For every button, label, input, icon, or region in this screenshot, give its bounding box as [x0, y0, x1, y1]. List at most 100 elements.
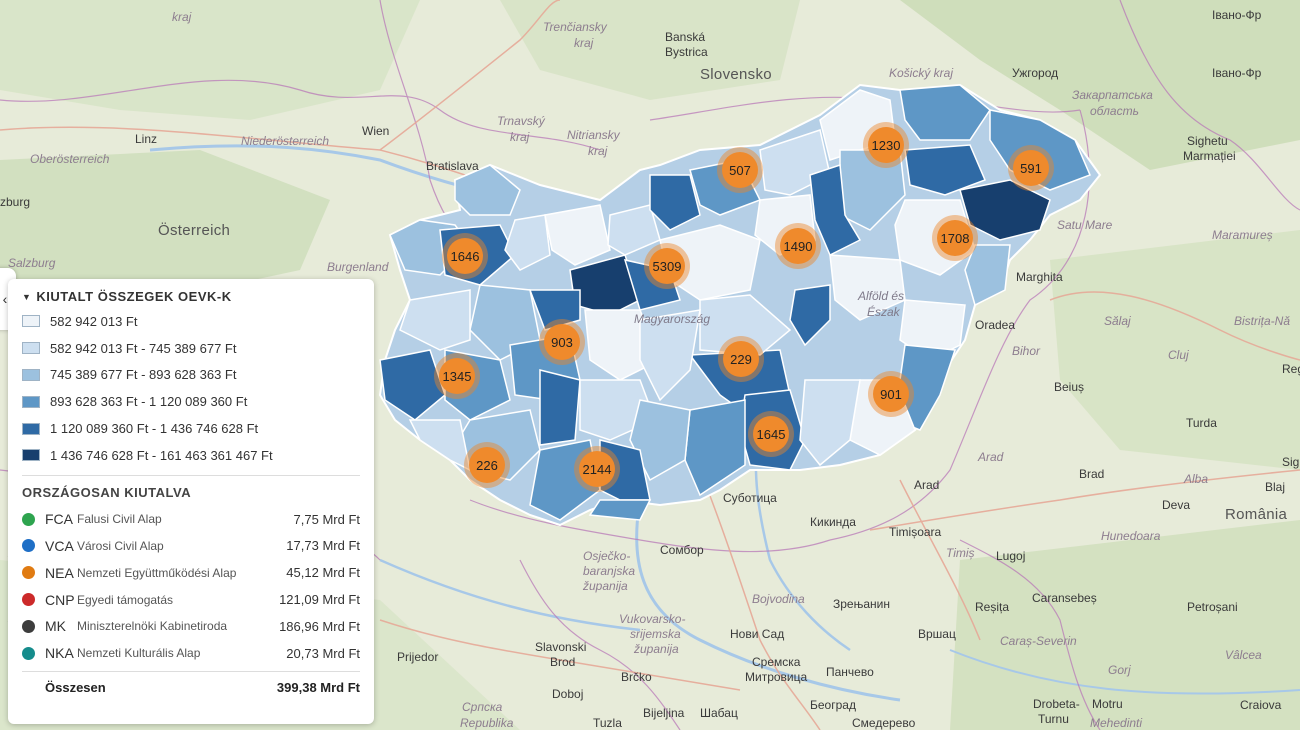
- fund-row[interactable]: CNP Egyedi támogatás 121,09 Mrd Ft: [22, 586, 360, 613]
- marker-cluster[interactable]: 1230: [863, 122, 909, 168]
- place-label: kraj: [510, 130, 530, 144]
- marker-cluster[interactable]: 591: [1008, 145, 1054, 191]
- place-label: Івано-Фр: [1212, 66, 1262, 80]
- cluster-count: 5309: [649, 248, 685, 284]
- place-label: Slovensko: [700, 66, 772, 83]
- place-label: Oberösterreich: [30, 152, 110, 166]
- place-label: Craiova: [1240, 698, 1282, 712]
- place-label: Drobeta-: [1033, 697, 1080, 711]
- place-label: Doboj: [552, 687, 584, 701]
- range-label: 1 120 089 360 Ft - 1 436 746 628 Ft: [50, 421, 259, 437]
- fund-row[interactable]: MK Miniszterelnöki Kabinetiroda 186,96 Mrd…: [22, 613, 360, 640]
- place-label: Reșița: [975, 600, 1010, 614]
- place-label: Суботица: [723, 491, 777, 505]
- place-label: Burgenland: [327, 260, 389, 274]
- marker-cluster[interactable]: 1645: [748, 411, 794, 457]
- fund-dot-icon: [22, 566, 35, 580]
- fund-dot-icon: [22, 619, 35, 633]
- fund-name: Falusi Civil Alap: [77, 512, 162, 527]
- place-label: Osječko-: [583, 549, 631, 563]
- place-label: Maramureș: [1212, 228, 1273, 242]
- place-label: kraj: [588, 144, 608, 158]
- cluster-count: 1646: [447, 238, 483, 274]
- marker-cluster[interactable]: 507: [717, 147, 763, 193]
- ranges-title: KIUTALT ÖSSZEGEK OEVK-K: [36, 289, 232, 304]
- place-label: Turda: [1186, 416, 1217, 430]
- total-row: Összesen 399,38 Mrd Ft: [22, 670, 360, 704]
- marker-cluster[interactable]: 226: [464, 442, 510, 488]
- marker-cluster[interactable]: 1345: [434, 353, 480, 399]
- place-label: Niederösterreich: [241, 134, 330, 148]
- place-label: Vâlcea: [1225, 648, 1262, 662]
- place-label: Wien: [362, 124, 390, 138]
- place-label: Vukovarsko-: [619, 612, 686, 626]
- place-label: Нови Сад: [730, 627, 785, 641]
- place-label: Gorj: [1108, 663, 1131, 677]
- place-label: Bijeljina: [643, 706, 685, 720]
- range-label: 582 942 013 Ft: [50, 313, 138, 329]
- place-label: kraj: [172, 10, 192, 24]
- ranges-toggle[interactable]: ▼ KIUTALT ÖSSZEGEK OEVK-K: [22, 289, 360, 304]
- range-swatch: [22, 395, 40, 408]
- place-label: Hunedoara: [1101, 529, 1161, 543]
- fund-row[interactable]: VCA Városi Civil Alap 17,73 Mrd Ft: [22, 533, 360, 560]
- place-label: Észak: [867, 305, 900, 319]
- place-label: Banská: [665, 30, 706, 44]
- place-label: Шабац: [700, 706, 738, 720]
- fund-code: NEA: [45, 564, 74, 581]
- place-label: Bojvodina: [752, 592, 805, 606]
- fund-code: VCA: [45, 537, 74, 554]
- fund-value: 7,75 Mrd Ft: [293, 511, 360, 527]
- fund-code: NKA: [45, 645, 74, 662]
- range-label: 745 389 677 Ft - 893 628 363 Ft: [50, 367, 237, 383]
- marker-cluster[interactable]: 1708: [932, 215, 978, 261]
- marker-cluster[interactable]: 2144: [574, 446, 620, 492]
- place-label: Панчево: [826, 665, 874, 679]
- fund-row[interactable]: NKA Nemzeti Kulturális Alap 20,73 Mrd Ft: [22, 640, 360, 667]
- place-label: Зрењанин: [833, 597, 890, 611]
- place-label: Bihor: [1012, 344, 1041, 358]
- place-label: Republika: [460, 716, 514, 730]
- range-row: 582 942 013 Ft: [22, 308, 360, 335]
- place-label: kraj: [574, 36, 594, 50]
- place-label: Сомбор: [660, 543, 704, 557]
- place-label: Bistrița-Nă: [1234, 314, 1291, 328]
- marker-cluster[interactable]: 1646: [442, 233, 488, 279]
- fund-name: Nemzeti Kulturális Alap: [77, 646, 201, 661]
- marker-cluster[interactable]: 5309: [644, 243, 690, 289]
- place-label: Закарпатська: [1072, 88, 1153, 102]
- place-label: Österreich: [158, 222, 231, 239]
- total-label: Összesen: [45, 680, 106, 696]
- fund-row[interactable]: NEA Nemzeti Együttműködési Alap 45,12 Mrd …: [22, 559, 360, 586]
- place-label: Кикинда: [810, 515, 856, 529]
- funds-title: ORSZÁGOSAN KIUTALVA: [22, 484, 192, 500]
- place-label: Mehedinti: [1090, 716, 1143, 730]
- fund-value: 186,96 Mrd Ft: [279, 618, 360, 634]
- cluster-count: 1230: [868, 127, 904, 163]
- marker-cluster[interactable]: 1490: [775, 223, 821, 269]
- place-label: Oradea: [975, 318, 1016, 332]
- cluster-count: 1708: [937, 220, 973, 256]
- place-label: Српска: [462, 700, 503, 714]
- place-label: Sighetu: [1187, 134, 1228, 148]
- fund-row[interactable]: FCA Falusi Civil Alap 7,75 Mrd Ft: [22, 506, 360, 533]
- place-label: Bratislava: [426, 159, 479, 173]
- place-label: baranjska: [583, 564, 636, 578]
- fund-dot-icon: [22, 593, 35, 607]
- marker-cluster[interactable]: 903: [539, 319, 585, 365]
- marker-cluster[interactable]: 901: [868, 371, 914, 417]
- cluster-count: 507: [722, 152, 758, 188]
- place-label: Bystrica: [665, 45, 708, 59]
- place-label: Cluj: [1168, 348, 1189, 362]
- caret-down-icon: ▼: [22, 291, 32, 302]
- fund-code: MK: [45, 618, 66, 635]
- range-label: 1 436 746 628 Ft - 161 463 361 467 Ft: [50, 447, 273, 463]
- fund-dot-icon: [22, 646, 35, 660]
- fund-name: Városi Civil Alap: [77, 538, 164, 553]
- fund-value: 45,12 Mrd Ft: [286, 565, 360, 581]
- place-label: Ужгород: [1012, 66, 1059, 80]
- range-row: 582 942 013 Ft - 745 389 677 Ft: [22, 335, 360, 362]
- marker-cluster[interactable]: 229: [718, 336, 764, 382]
- place-label: zburg: [0, 195, 31, 209]
- fund-name: Nemzeti Együttműködési Alap: [77, 565, 237, 580]
